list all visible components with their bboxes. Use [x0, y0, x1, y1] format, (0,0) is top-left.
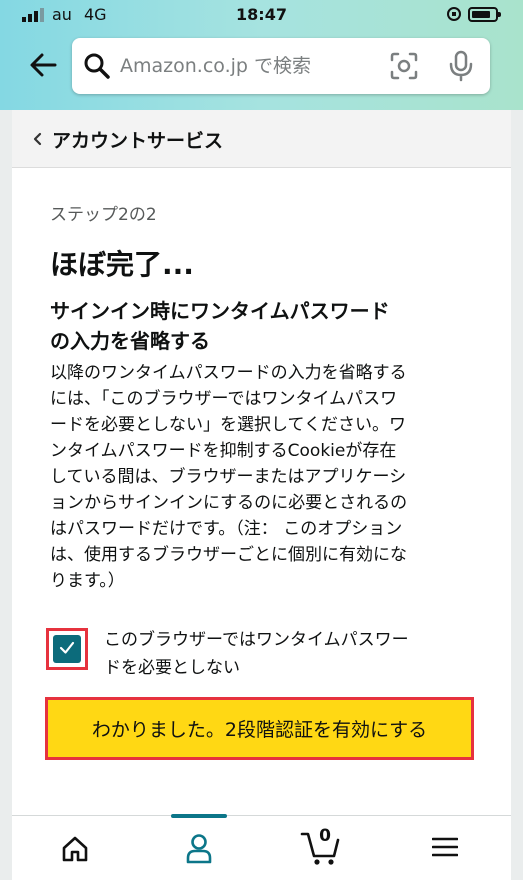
search-icon: [84, 53, 110, 79]
search-box[interactable]: [72, 38, 490, 94]
description-line: ードを必要としない」を選択してください。ワ: [50, 415, 406, 435]
description-line: している間は、ブラウザーまたはアプリケーシ: [50, 467, 407, 487]
enable-2sv-button[interactable]: わかりました。2段階認証を有効にする: [50, 702, 469, 755]
page-title: ほぼ完了...: [50, 248, 194, 281]
active-tab-indicator: [171, 814, 227, 818]
breadcrumb[interactable]: アカウントサービス: [12, 110, 511, 168]
step-indicator: ステップ2の2: [50, 205, 157, 225]
description-line: 以降のワンタイムパスワードの入力を省略する: [50, 363, 407, 383]
description-line: はパスワードだけです。（注： このオプション: [50, 519, 403, 539]
chevron-left-icon: [33, 132, 42, 146]
home-icon[interactable]: [60, 834, 90, 864]
description-line: ンタイムパスワードを抑制するCookieが存在: [50, 441, 397, 461]
account-icon[interactable]: [184, 832, 214, 864]
description-line: は、使用するブラウザーごとに個別に有効にな: [50, 545, 407, 565]
section-heading: サインイン時にワンタイムパスワード の入力を省略する: [50, 296, 470, 356]
skip-otp-checkbox-label[interactable]: このブラウザーではワンタイムパスワー ドを必要としない: [104, 626, 484, 682]
bottom-nav: 0: [12, 814, 511, 880]
description-line: ョンからサインインにするのに必要とされるの: [50, 493, 408, 513]
rotation-lock-icon: [447, 7, 461, 21]
checkbox-label-line: このブラウザーではワンタイムパスワー: [104, 630, 409, 650]
cart-count-badge: 0: [319, 826, 331, 846]
checkmark-icon: [59, 641, 75, 654]
description-line: には、「このブラウザーではワンタイムパスワ: [50, 389, 398, 409]
search-input[interactable]: [120, 38, 380, 94]
battery-icon: [468, 7, 501, 22]
section-heading-line: の入力を省略する: [50, 329, 210, 353]
skip-otp-checkbox[interactable]: [53, 635, 81, 663]
breadcrumb-label[interactable]: アカウントサービス: [52, 126, 223, 153]
top-bar: au 4G 18:47: [0, 0, 523, 110]
camera-icon[interactable]: [390, 52, 418, 80]
menu-icon[interactable]: [432, 836, 458, 858]
description-line: ります。）: [50, 571, 125, 591]
clock: 18:47: [236, 5, 287, 24]
back-arrow-icon[interactable]: [28, 50, 58, 80]
status-bar: au 4G 18:47: [0, 0, 523, 32]
section-heading-line: サインイン時にワンタイムパスワード: [50, 299, 390, 323]
description-text: 以降のワンタイムパスワードの入力を省略する には、「このブラウザーではワンタイム…: [50, 360, 475, 594]
checkbox-label-line: ドを必要としない: [104, 658, 240, 678]
microphone-icon[interactable]: [448, 50, 474, 82]
